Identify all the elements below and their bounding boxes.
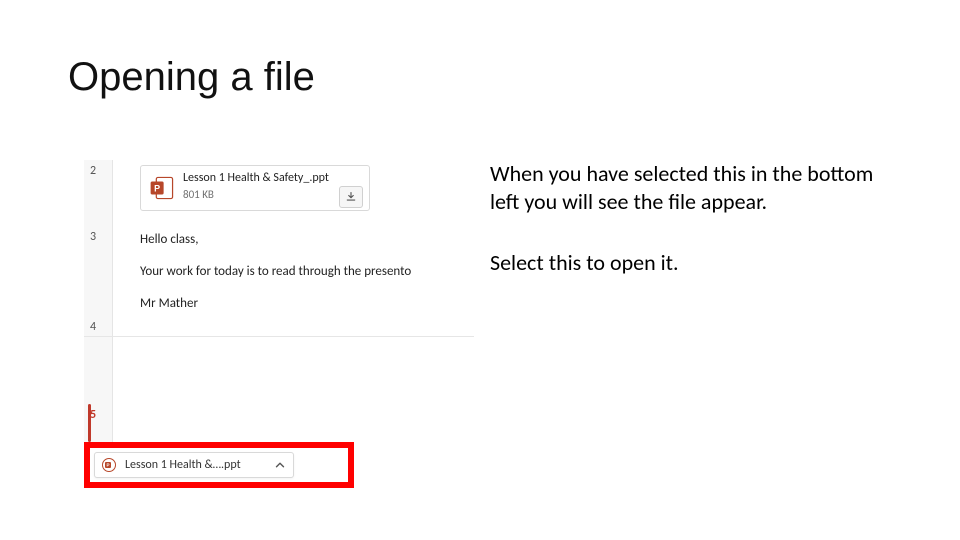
chevron-up-icon[interactable] <box>273 458 287 472</box>
svg-text:P: P <box>106 463 109 468</box>
instruction-paragraph: Select this to open it. <box>490 249 890 277</box>
slide-number: 2 <box>90 164 96 178</box>
screenshot: 2 3 4 5 P Lesson 1 Health & Safety_.ppt … <box>84 160 474 490</box>
svg-text:P: P <box>154 183 160 193</box>
active-slide-indicator <box>88 404 91 442</box>
attachment-size: 801 KB <box>183 188 214 201</box>
instruction-text: When you have selected this in the botto… <box>490 160 890 311</box>
downloaded-file-chip[interactable]: P Lesson 1 Health &….ppt <box>94 452 294 478</box>
thumbnail-rail: 2 3 4 5 <box>84 160 113 442</box>
slide-number: 3 <box>90 230 96 244</box>
attachment-filename: Lesson 1 Health & Safety_.ppt <box>183 171 329 185</box>
slide-number: 4 <box>90 320 96 334</box>
download-button[interactable] <box>339 186 363 208</box>
download-chip-label: Lesson 1 Health &….ppt <box>125 458 267 472</box>
instruction-paragraph: When you have selected this in the botto… <box>490 160 890 215</box>
powerpoint-file-icon: P <box>149 175 175 201</box>
attachment-card[interactable]: P Lesson 1 Health & Safety_.ppt 801 KB <box>140 165 370 211</box>
message-signature: Mr Mather <box>140 296 198 311</box>
download-icon <box>345 191 357 203</box>
slide: Opening a file 2 3 4 5 P Lesson 1 Health… <box>0 0 960 540</box>
download-bar-highlight: P Lesson 1 Health &….ppt <box>84 442 354 488</box>
divider <box>84 336 474 337</box>
message-greeting: Hello class, <box>140 232 198 247</box>
page-title: Opening a file <box>68 55 315 100</box>
powerpoint-file-icon: P <box>101 457 117 473</box>
message-body: Your work for today is to read through t… <box>140 264 411 279</box>
